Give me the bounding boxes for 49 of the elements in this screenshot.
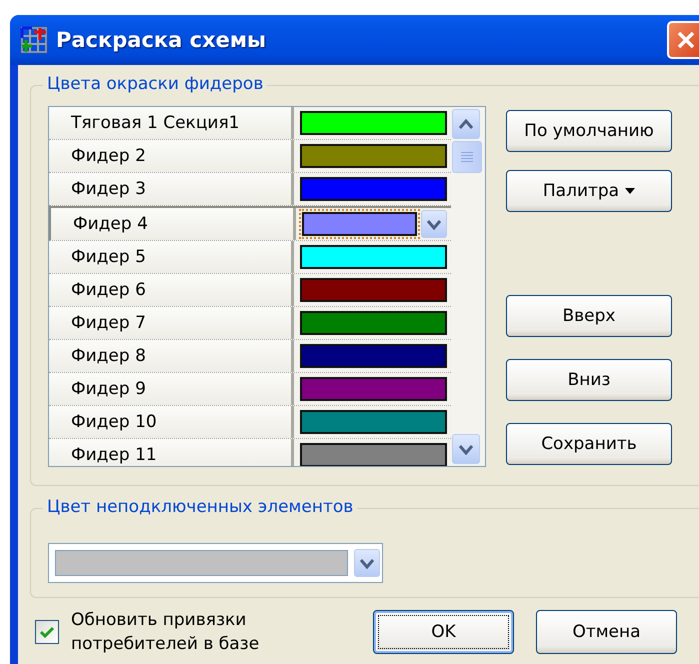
feeder-name: Фидер 10 <box>49 406 294 438</box>
feeder-row[interactable]: Фидер 11 <box>49 439 451 466</box>
dialog-button[interactable]: OK <box>373 610 514 654</box>
dialog-button[interactable]: Вниз <box>506 359 672 401</box>
dialog-button[interactable]: Вверх <box>506 295 672 337</box>
feeder-name: Фидер 8 <box>49 340 294 372</box>
feeder-name: Фидер 3 <box>49 173 294 205</box>
feeder-row[interactable]: Тяговая 1 Секция1 <box>49 107 451 140</box>
scroll-down-button[interactable] <box>452 434 480 464</box>
color-combo[interactable] <box>48 543 383 583</box>
window-title: Раскраска схемы <box>56 28 268 52</box>
close-icon <box>676 30 696 50</box>
feeder-row[interactable]: Фидер 8 <box>49 340 451 373</box>
feeder-name: Фидер 11 <box>49 439 294 466</box>
checkbox-label: Обновить привязки потребителей в базе <box>71 609 260 656</box>
feeder-name: Фидер 6 <box>49 274 294 306</box>
check-icon <box>40 626 54 638</box>
group-title: Цвета окраски фидеров <box>43 74 268 94</box>
close-button[interactable] <box>667 21 699 59</box>
grid-icon <box>20 26 48 54</box>
scroll-thumb[interactable] <box>452 141 482 173</box>
feeder-name: Фидер 4 <box>49 208 296 240</box>
dropdown-button[interactable] <box>421 210 447 238</box>
chevron-down-icon <box>458 443 474 455</box>
checkbox[interactable] <box>35 620 59 644</box>
dropdown-button[interactable] <box>354 549 380 577</box>
feeder-name: Фидер 7 <box>49 307 294 339</box>
feeder-name: Фидер 9 <box>49 373 294 405</box>
chevron-up-icon <box>458 118 474 130</box>
chevron-down-icon <box>426 218 442 230</box>
scroll-up-button[interactable] <box>452 109 480 139</box>
group-title: Цвет неподключенных элементов <box>43 497 358 517</box>
palette-button[interactable]: Палитра <box>506 170 672 212</box>
feeder-row[interactable]: Фидер 10 <box>49 406 451 439</box>
dialog-button[interactable]: Сохранить <box>506 423 672 465</box>
dialog-button[interactable]: По умолчанию <box>506 110 672 152</box>
feeder-row[interactable]: Фидер 9 <box>49 373 451 406</box>
feeder-name: Фидер 2 <box>49 140 294 172</box>
feeder-row[interactable]: Фидер 5 <box>49 241 451 274</box>
feeder-row[interactable]: Фидер 2 <box>49 140 451 173</box>
feeder-row[interactable]: Фидер 4 <box>49 206 451 241</box>
feeder-row[interactable]: Фидер 3 <box>49 173 451 206</box>
feeder-name: Тяговая 1 Секция1 <box>49 107 294 139</box>
feeder-name: Фидер 5 <box>49 241 294 273</box>
dialog-button[interactable]: Отмена <box>536 610 677 654</box>
chevron-down-icon <box>359 557 375 569</box>
feeder-row[interactable]: Фидер 7 <box>49 307 451 340</box>
caret-icon <box>625 188 636 194</box>
feeder-row[interactable]: Фидер 6 <box>49 274 451 307</box>
